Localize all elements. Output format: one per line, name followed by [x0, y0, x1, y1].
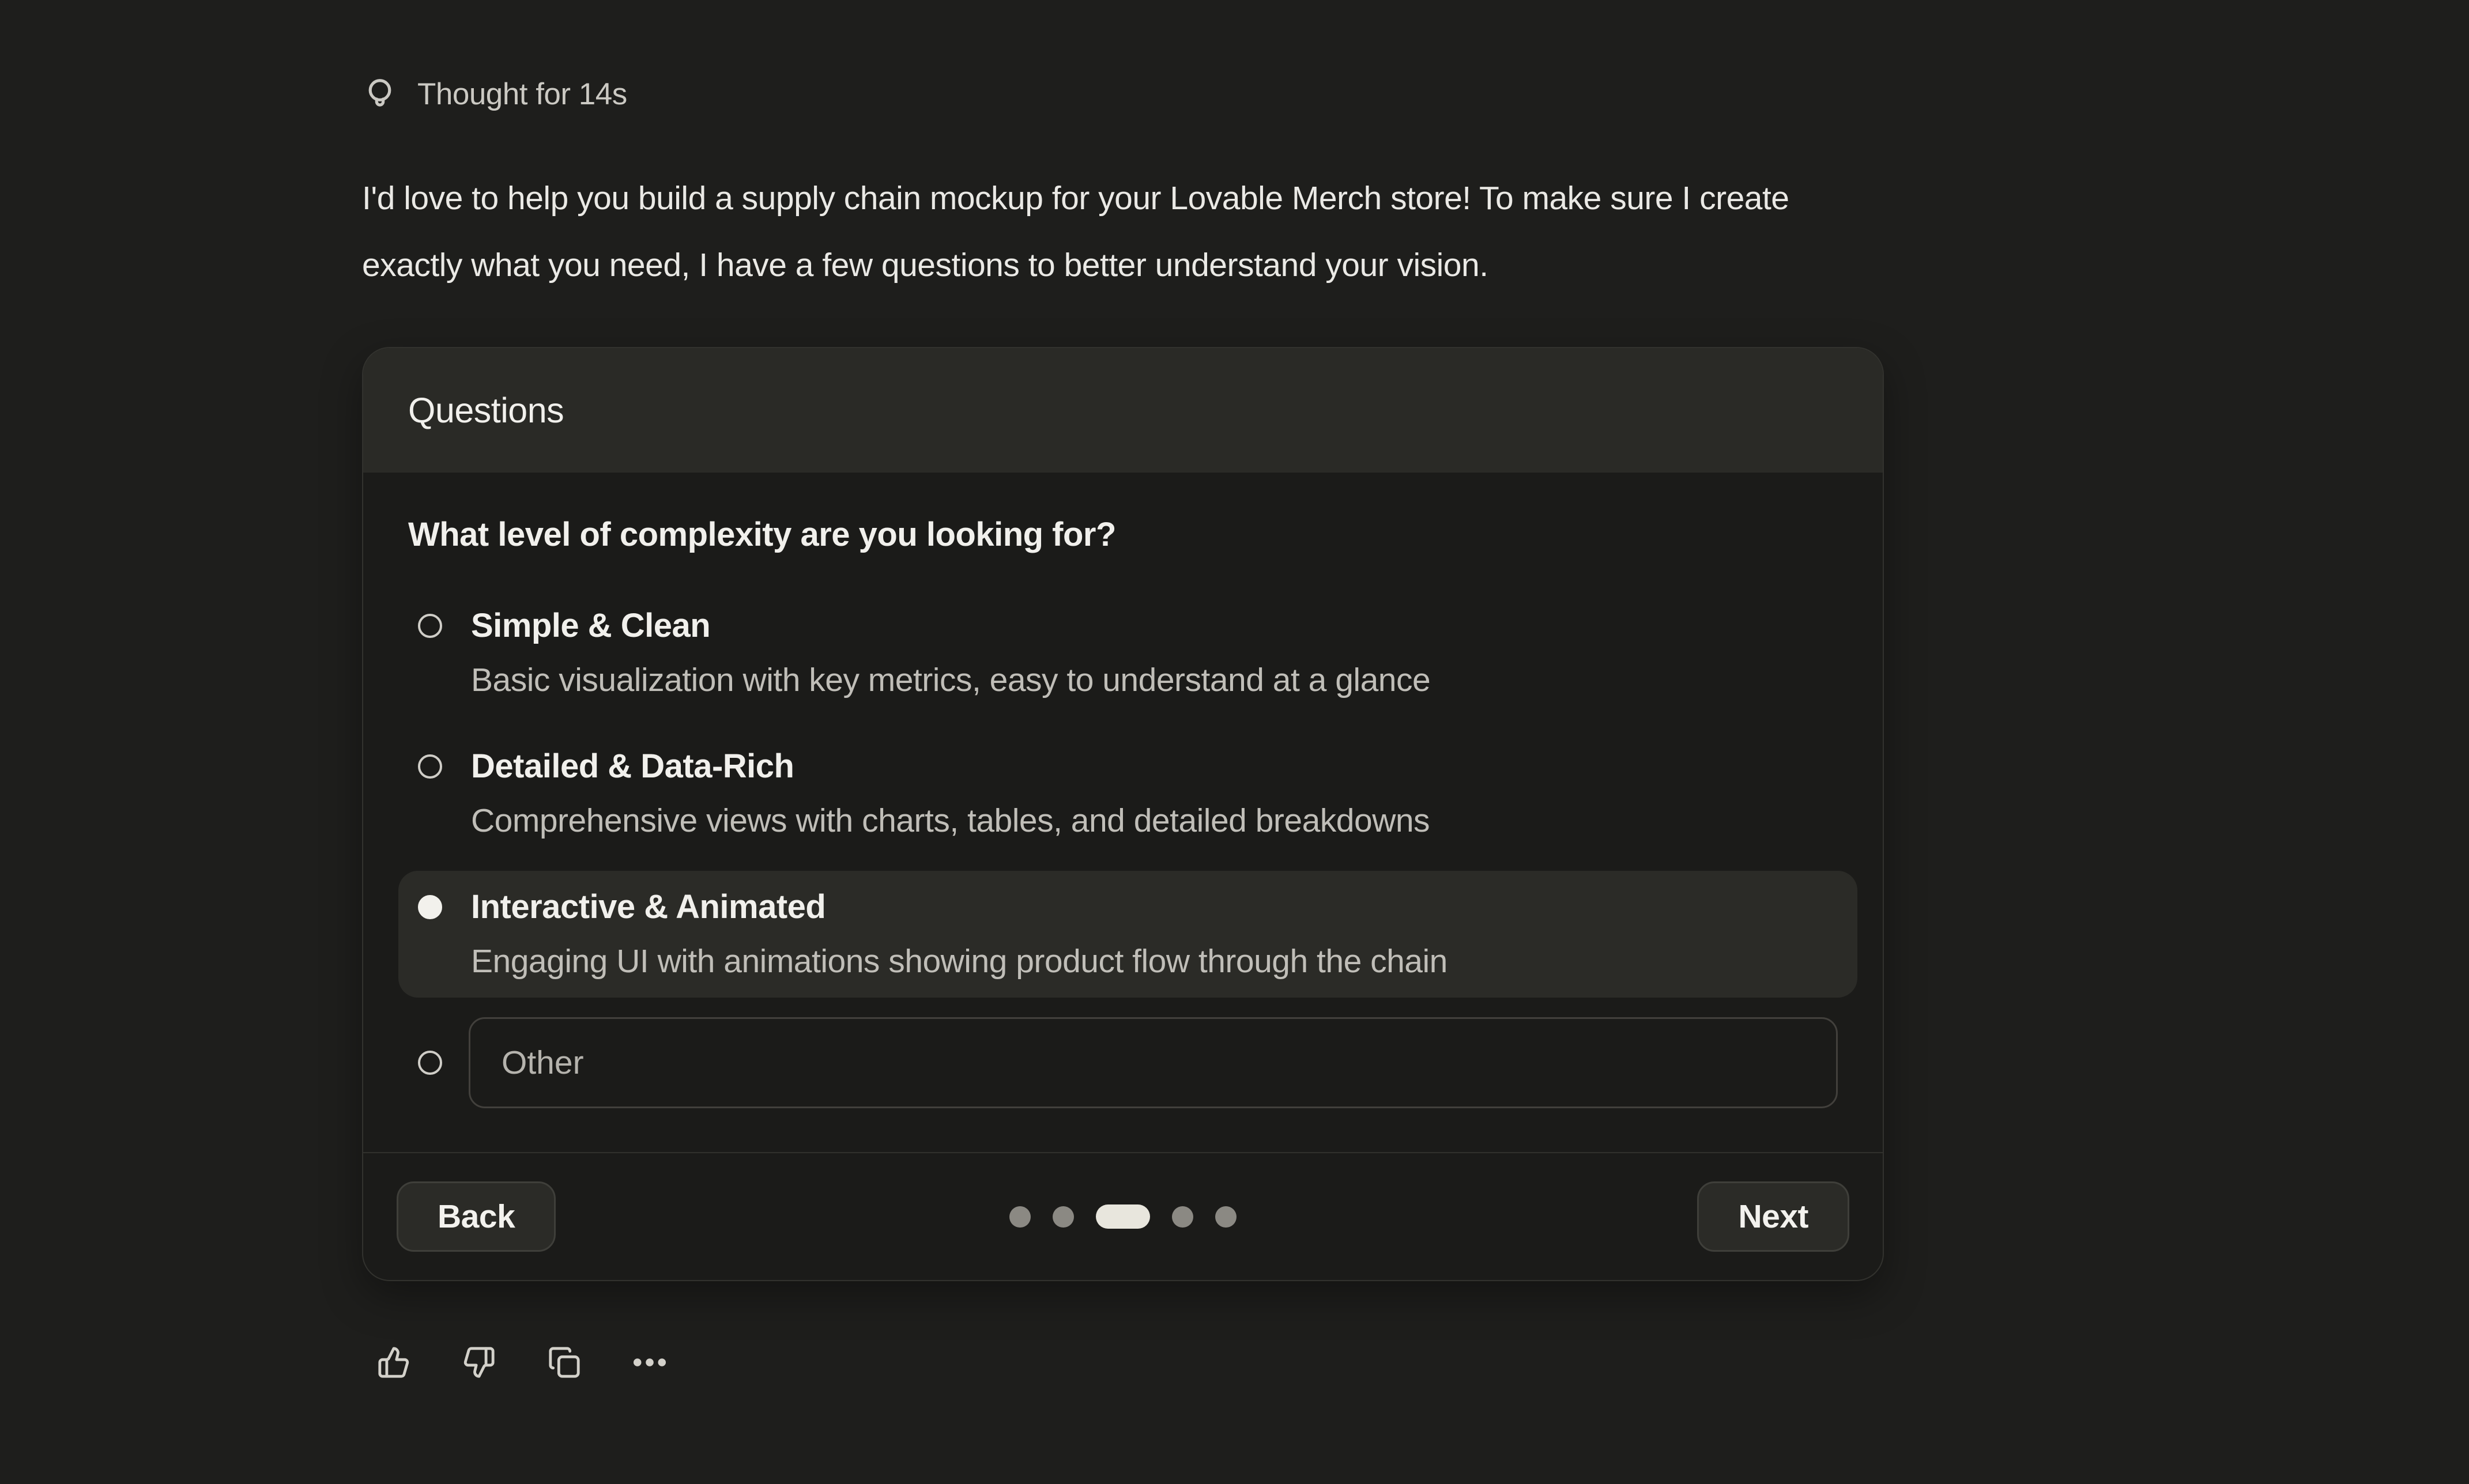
- radio-selected-icon[interactable]: [418, 895, 442, 919]
- option-detailed-data-rich[interactable]: Detailed & Data-Rich Comprehensive views…: [398, 730, 1857, 857]
- option-text: Interactive & Animated Engaging UI with …: [471, 880, 1448, 988]
- pagination-dots: [1009, 1204, 1237, 1229]
- questions-card-header: Questions: [363, 348, 1883, 473]
- copy-icon: [548, 1346, 581, 1379]
- option-text: Detailed & Data-Rich Comprehensive views…: [471, 739, 1430, 848]
- more-options-icon: [633, 1346, 666, 1379]
- copy-button[interactable]: [548, 1346, 581, 1379]
- assistant-message: I'd love to help you build a supply chai…: [362, 165, 2469, 299]
- next-button[interactable]: Next: [1697, 1181, 1849, 1252]
- questions-card-body: What level of complexity are you looking…: [363, 473, 1883, 1152]
- thumbs-up-icon: [377, 1346, 410, 1379]
- lightbulb-icon: [362, 76, 398, 112]
- pagination-dot[interactable]: [1009, 1206, 1031, 1228]
- radio-icon[interactable]: [418, 614, 442, 638]
- radio-icon[interactable]: [418, 1051, 442, 1075]
- back-button[interactable]: Back: [397, 1181, 556, 1252]
- option-simple-clean[interactable]: Simple & Clean Basic visualization with …: [398, 590, 1857, 716]
- option-other[interactable]: [398, 1017, 1838, 1108]
- options-list: Simple & Clean Basic visualization with …: [408, 590, 1838, 1108]
- pagination-dot[interactable]: [1053, 1206, 1074, 1228]
- questions-card-footer: Back Next: [363, 1152, 1883, 1280]
- thumbs-down-icon: [462, 1346, 496, 1379]
- more-options-button[interactable]: [633, 1346, 666, 1379]
- option-interactive-animated[interactable]: Interactive & Animated Engaging UI with …: [398, 871, 1857, 998]
- option-description: Comprehensive views with charts, tables,…: [471, 794, 1430, 848]
- thumbs-up-button[interactable]: [377, 1346, 410, 1379]
- pagination-dot[interactable]: [1172, 1206, 1193, 1228]
- other-input[interactable]: [469, 1017, 1838, 1108]
- option-text: Simple & Clean Basic visualization with …: [471, 599, 1430, 707]
- assistant-message-line: I'd love to help you build a supply chai…: [362, 180, 1789, 217]
- card-title: Questions: [408, 390, 564, 431]
- assistant-message-line: exactly what you need, I have a few ques…: [362, 247, 1488, 284]
- chat-message-block: Thought for 14s I'd love to help you bui…: [0, 0, 2469, 1379]
- pagination-dot-active[interactable]: [1096, 1204, 1150, 1229]
- pagination-dot[interactable]: [1215, 1206, 1237, 1228]
- message-actions: [362, 1346, 2469, 1379]
- option-label: Simple & Clean: [471, 599, 1430, 653]
- thought-label: Thought for 14s: [417, 77, 627, 112]
- radio-icon[interactable]: [418, 754, 442, 779]
- option-label: Interactive & Animated: [471, 880, 1448, 934]
- option-description: Basic visualization with key metrics, ea…: [471, 653, 1430, 707]
- thumbs-down-button[interactable]: [462, 1346, 496, 1379]
- option-description: Engaging UI with animations showing prod…: [471, 934, 1448, 988]
- option-label: Detailed & Data-Rich: [471, 739, 1430, 794]
- thought-toggle[interactable]: Thought for 14s: [362, 76, 627, 112]
- question-text: What level of complexity are you looking…: [408, 515, 1838, 554]
- questions-card: Questions What level of complexity are y…: [362, 347, 1884, 1281]
